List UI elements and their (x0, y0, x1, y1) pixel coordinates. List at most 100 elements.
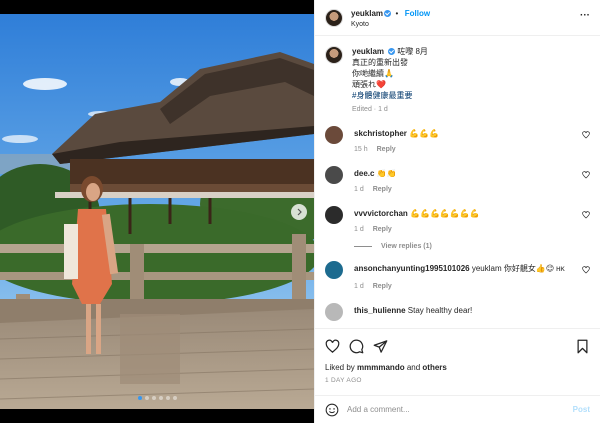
carousel-dot (144, 396, 149, 400)
comment-age: 1 d (354, 226, 364, 233)
action-icons (325, 337, 590, 355)
avatar[interactable] (325, 303, 343, 321)
comment-meta: 1 d Reply (354, 224, 480, 235)
comment-username[interactable]: dee.c (354, 169, 374, 178)
avatar[interactable] (325, 206, 343, 224)
heart-icon[interactable] (582, 171, 590, 179)
comment-age: 15 h (354, 146, 368, 153)
post-side-panel: yeuklam • Follow Kyoto ··· yeuklam 咗嚟 8月… (314, 0, 600, 423)
chevron-right-icon (297, 208, 302, 216)
share-button[interactable] (373, 339, 388, 354)
bookmark-icon (577, 339, 588, 353)
comment-item: dee.c 👏👏 1 d Reply (325, 166, 590, 195)
comment-item: vvvvictorchan 💪💪💪💪💪💪💪 1 d Reply (325, 206, 590, 235)
avatar[interactable] (325, 261, 343, 279)
comment-body: this_hulienne Stay healthy dear! (354, 303, 472, 321)
carousel-dot (137, 396, 142, 400)
comment-text: 👏👏 (376, 169, 397, 178)
save-button[interactable] (575, 339, 590, 354)
comment-text: yeuklam 你好靚女👍😉 (471, 264, 555, 273)
edited-age: 1 d (378, 106, 388, 113)
share-icon (373, 339, 388, 353)
post-header: yeuklam • Follow Kyoto ··· (315, 0, 600, 36)
comment-body: dee.c 👏👏 1 d Reply (354, 166, 397, 195)
post-timestamp[interactable]: 1 DAY AGO (325, 377, 590, 384)
caption-line: 咗嚟 8月 (397, 47, 428, 56)
emoji-icon[interactable] (325, 403, 339, 417)
heart-icon (325, 339, 340, 353)
divider (354, 246, 372, 247)
comment-age: 1 d (354, 283, 364, 290)
comments-list[interactable]: yeuklam 咗嚟 8月 真正的重新出發 你哋繼續🙏 頑張れ❤️ #身體健康最… (315, 36, 600, 328)
carousel-indicator (0, 396, 314, 400)
comment-meta: 15 h Reply (354, 144, 439, 155)
post-caption: yeuklam 咗嚟 8月 真正的重新出發 你哋繼續🙏 頑張れ❤️ #身體健康最… (325, 46, 590, 115)
comment-username[interactable]: skchristopher (354, 129, 407, 138)
caption-body: yeuklam 咗嚟 8月 真正的重新出發 你哋繼續🙏 頑張れ❤️ #身體健康最… (352, 46, 428, 115)
likes-summary: Liked by mmmmando and others (325, 363, 590, 372)
comment-meta: 1 d Reply (354, 184, 397, 195)
location-link[interactable]: Kyoto (351, 19, 430, 30)
comment-item: ansonchanyunting1995101026 yeuklam 你好靚女👍… (325, 261, 590, 292)
comment-icon (349, 339, 364, 353)
flag-badge: HK (556, 267, 565, 273)
avatar[interactable] (325, 8, 343, 27)
comment-age: 1 d (354, 186, 364, 193)
carousel-dot (172, 396, 177, 400)
view-replies-label: View replies (1) (381, 243, 432, 250)
comment-text: 💪💪💪💪💪💪💪 (410, 209, 480, 218)
post-comment-button[interactable]: Post (573, 405, 590, 414)
comment-item: this_hulienne Stay healthy dear! (325, 303, 590, 321)
caption-meta: Edited · 1 d (352, 106, 388, 113)
carousel-next-button[interactable] (291, 204, 307, 220)
caption-line: 真正的重新出發 (352, 58, 408, 67)
view-replies-button[interactable]: View replies (1) (354, 243, 590, 250)
like-button[interactable] (325, 339, 340, 354)
carousel-dot (158, 396, 163, 400)
comment-body: vvvvictorchan 💪💪💪💪💪💪💪 1 d Reply (354, 206, 480, 235)
comment-item: skchristopher 💪💪💪 15 h Reply (325, 126, 590, 155)
reply-button[interactable]: Reply (373, 283, 392, 290)
caption-line: 頑張れ❤️ (352, 80, 386, 89)
edited-label: Edited (352, 106, 372, 113)
header-username[interactable]: yeuklam (351, 9, 383, 18)
avatar[interactable] (325, 166, 343, 184)
comment-username[interactable]: this_hulienne (354, 306, 406, 315)
liked-by-user[interactable]: mmmmando (357, 363, 405, 372)
avatar[interactable] (325, 46, 343, 64)
hashtag-link[interactable]: #身體健康最重要 (352, 90, 428, 101)
caption-line: 你哋繼續🙏 (352, 69, 394, 78)
comment-body: ansonchanyunting1995101026 yeuklam 你好靚女👍… (354, 261, 565, 292)
comment-text: Stay healthy dear! (407, 306, 473, 315)
reply-button[interactable]: Reply (377, 146, 396, 153)
reply-button[interactable]: Reply (373, 186, 392, 193)
likes-others[interactable]: others (422, 363, 446, 372)
heart-icon[interactable] (582, 131, 590, 139)
add-comment-bar: Post (315, 395, 600, 423)
heart-icon[interactable] (582, 211, 590, 219)
post-media (0, 0, 314, 423)
header-text: yeuklam • Follow Kyoto (351, 6, 430, 30)
more-options-icon[interactable]: ··· (580, 11, 590, 21)
separator-dot: • (395, 8, 399, 18)
avatar[interactable] (325, 126, 343, 144)
reply-button[interactable]: Reply (373, 226, 392, 233)
comment-username[interactable]: vvvvictorchan (354, 209, 408, 218)
comment-input[interactable] (347, 405, 573, 414)
verified-icon (384, 9, 392, 17)
comment-meta: 1 d Reply (354, 281, 565, 292)
carousel-dot (165, 396, 170, 400)
verified-icon (388, 48, 396, 55)
comment-text: 💪💪💪 (409, 129, 440, 138)
comment-username[interactable]: ansonchanyunting1995101026 (354, 264, 470, 273)
post-actions: Liked by mmmmando and others 1 DAY AGO (315, 328, 600, 393)
heart-icon[interactable] (582, 266, 590, 274)
likes-prefix: Liked by (325, 363, 355, 372)
post-photo[interactable] (0, 14, 314, 409)
caption-username[interactable]: yeuklam (352, 47, 384, 56)
comment-button[interactable] (349, 339, 364, 354)
follow-button[interactable]: Follow (405, 9, 430, 18)
likes-and: and (406, 363, 421, 372)
comment-body: skchristopher 💪💪💪 15 h Reply (354, 126, 439, 155)
carousel-dot (151, 396, 156, 400)
